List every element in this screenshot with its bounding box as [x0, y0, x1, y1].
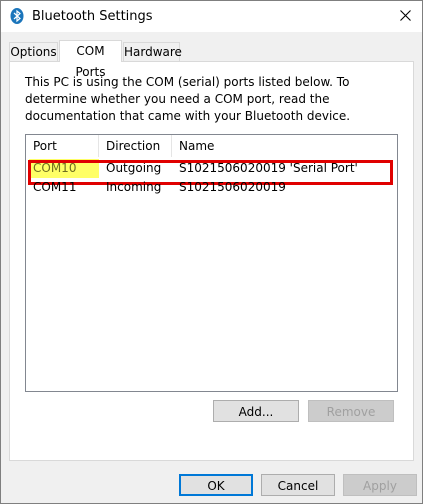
highlighted-port: COM10	[29, 159, 99, 178]
window-title: Bluetooth Settings	[32, 9, 153, 24]
add-button[interactable]: Add...	[213, 400, 299, 422]
ok-button[interactable]: OK	[179, 474, 253, 496]
bluetooth-icon	[10, 8, 24, 24]
row-port-cell: COM11	[33, 180, 77, 194]
row-direction-cell: Outgoing	[106, 161, 162, 175]
close-icon	[399, 9, 411, 24]
remove-button[interactable]: Remove	[308, 400, 394, 422]
column-header-port[interactable]: Port	[26, 135, 99, 157]
list-header: Port Direction Name	[26, 135, 397, 157]
row-name-cell: S1021506020019 'Serial Port'	[179, 161, 358, 175]
column-header-name[interactable]: Name	[172, 135, 397, 157]
tab-options[interactable]: Options	[9, 42, 58, 61]
com-ports-list[interactable]: Port Direction Name COM10 Outgoing S1021…	[25, 134, 398, 392]
bluetooth-settings-window: Bluetooth Settings Options COM Ports Har…	[0, 0, 423, 504]
row-direction-cell: Incoming	[106, 180, 162, 194]
tab-com-ports[interactable]: COM Ports	[59, 40, 122, 79]
apply-button[interactable]: Apply	[343, 474, 417, 496]
list-row[interactable]: COM10 Outgoing S1021506020019 'Serial Po…	[26, 159, 397, 185]
row-name-cell: S1021506020019	[179, 180, 286, 194]
column-header-direction[interactable]: Direction	[99, 135, 172, 157]
com-ports-panel: This PC is using the COM (serial) ports …	[9, 61, 414, 461]
cancel-button[interactable]: Cancel	[261, 474, 335, 496]
title-bar[interactable]: Bluetooth Settings	[1, 1, 422, 32]
list-row[interactable]: COM11 Incoming S1021506020019	[26, 178, 397, 197]
close-button[interactable]	[388, 1, 422, 32]
tab-hardware[interactable]: Hardware	[123, 42, 182, 61]
row-port-cell: COM10	[26, 159, 99, 178]
